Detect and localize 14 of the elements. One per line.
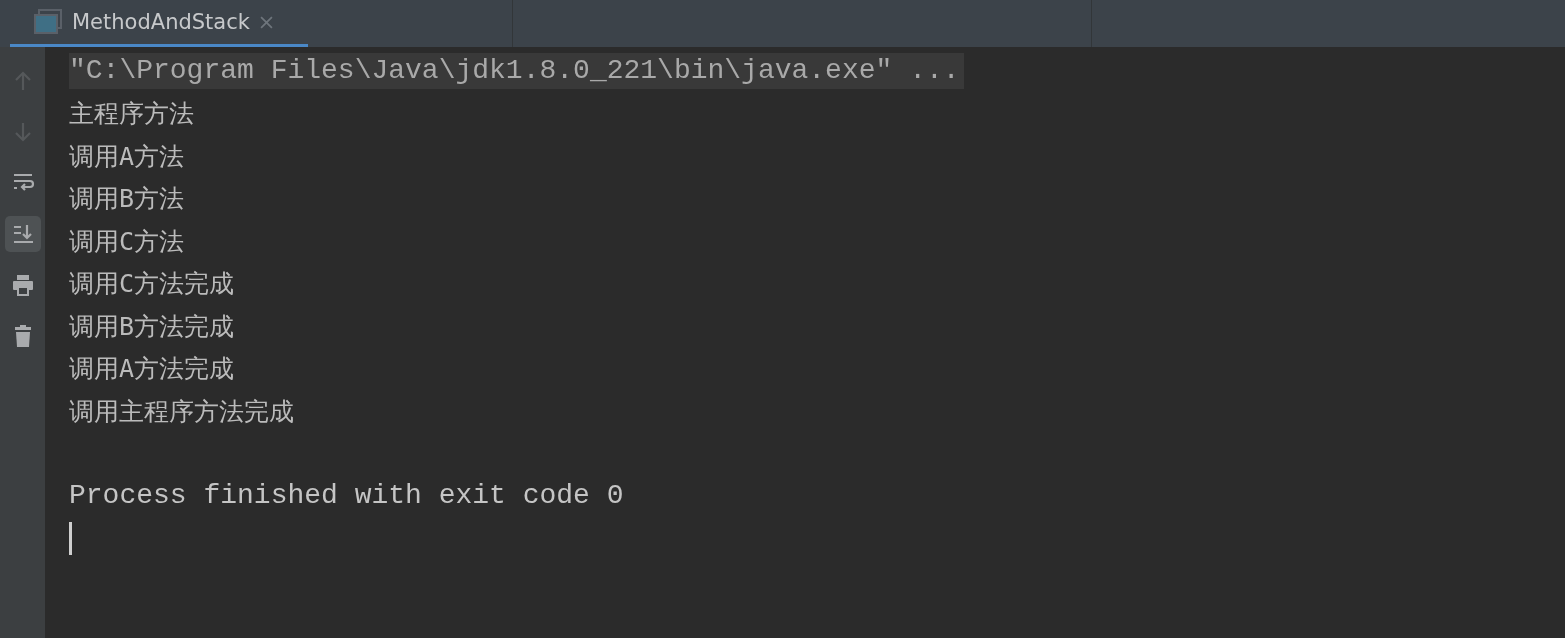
output-line: 调用A方法	[69, 140, 185, 173]
scroll-to-end-icon[interactable]	[4, 216, 41, 252]
exit-message: Process finished with exit code 0	[69, 479, 624, 513]
output-line: 主程序方法	[69, 98, 194, 130]
console-window-icon	[34, 9, 62, 35]
output-line: 调用B方法	[69, 183, 185, 215]
run-tab[interactable]: MethodAndStack	[10, 0, 308, 47]
output-line: 调用C方法	[69, 225, 185, 258]
tab-label: MethodAndStack	[72, 10, 250, 34]
text-cursor	[69, 521, 72, 555]
output-line: 调用A方法完成	[69, 353, 235, 385]
output-line: 调用主程序方法完成	[69, 395, 294, 428]
output-line: 调用B方法完成	[69, 310, 235, 343]
output-line: 调用C方法完成	[69, 268, 235, 300]
